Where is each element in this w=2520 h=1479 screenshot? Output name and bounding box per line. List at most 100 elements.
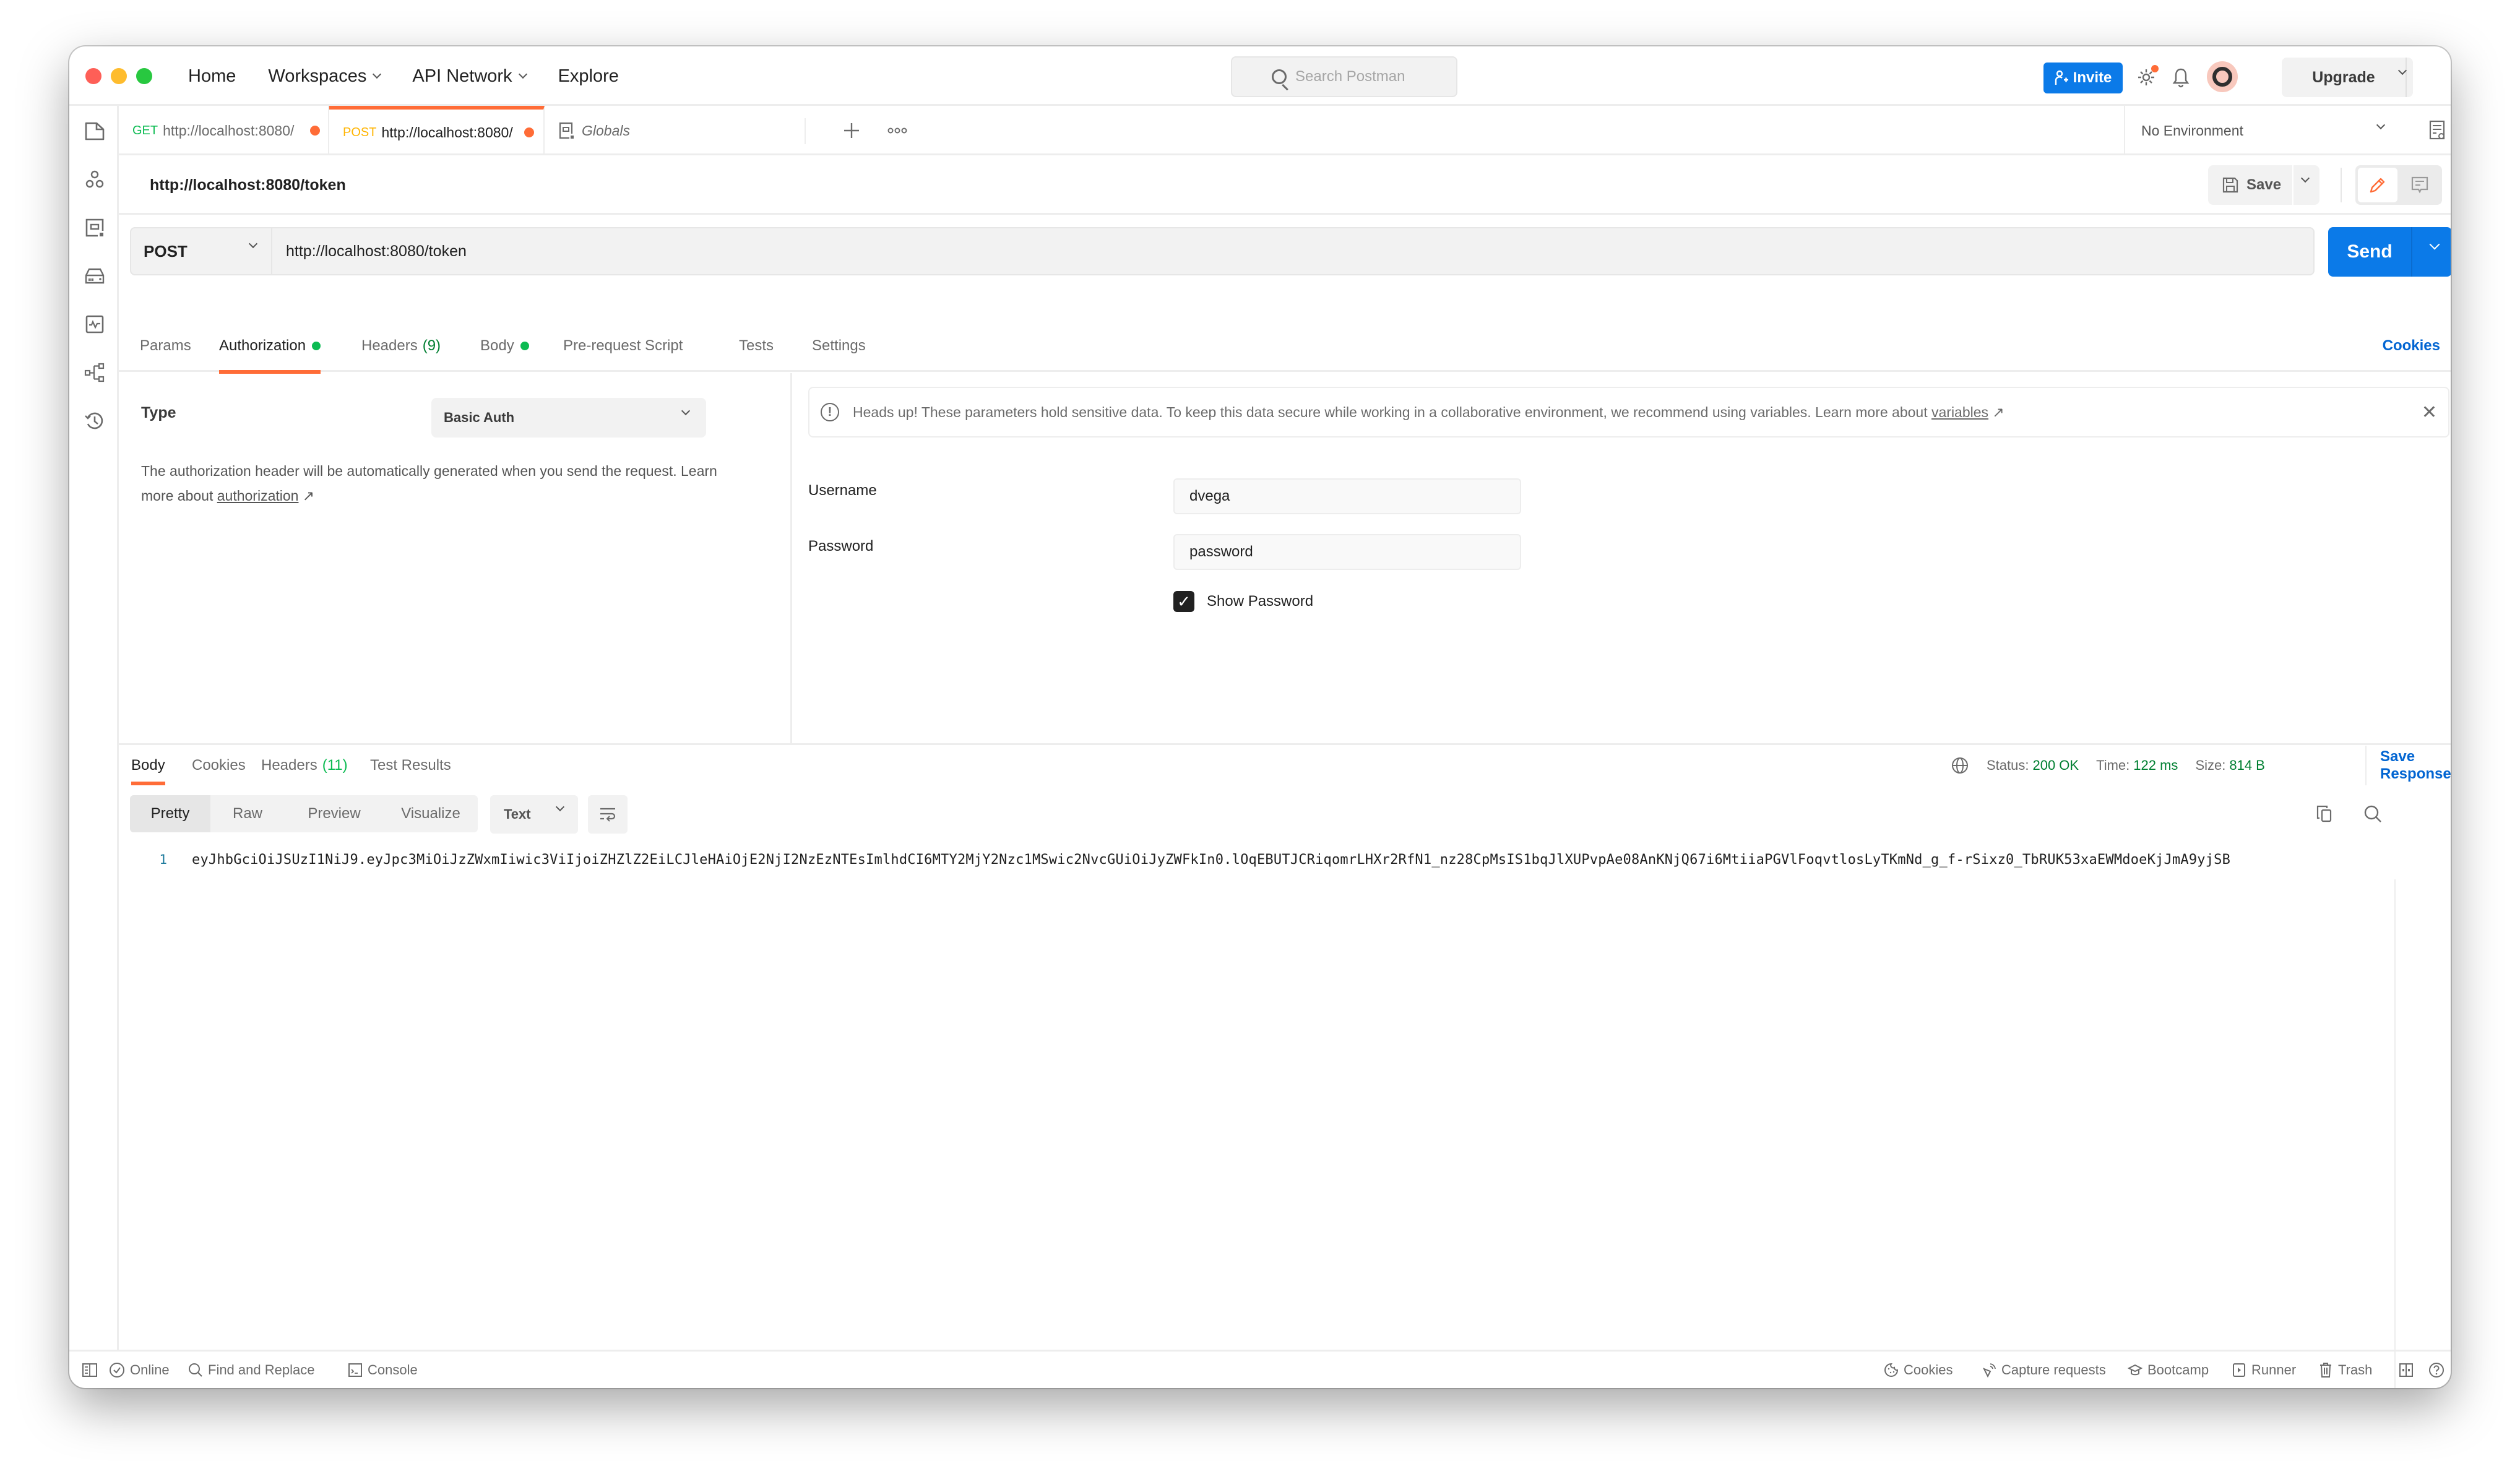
show-password-checkbox[interactable]: ✓ Show Password (1173, 591, 1313, 612)
view-mode-visualize[interactable]: Visualize (384, 795, 478, 832)
bootcamp-button[interactable]: Bootcamp (2128, 1352, 2209, 1388)
save-button[interactable]: Save (2208, 165, 2319, 205)
search-response-button[interactable] (2362, 803, 2384, 825)
tab-tests[interactable]: Tests (739, 320, 774, 372)
size-label: Size: (2195, 757, 2226, 773)
cookies-label: Cookies (1904, 1361, 1953, 1378)
external-link-icon: ↗ (1992, 403, 2004, 420)
tab-post-localhost[interactable]: POST http://localhost:8080/ (329, 106, 545, 155)
add-user-icon (2055, 70, 2068, 85)
apis-icon[interactable] (84, 169, 105, 190)
view-mode-raw[interactable]: Raw (210, 795, 285, 832)
toggle-sidebar-button[interactable] (82, 1352, 98, 1388)
response-tab-headers[interactable]: Headers (11) (261, 746, 348, 785)
password-input[interactable]: password (1173, 534, 1521, 570)
tab-authorization[interactable]: Authorization (219, 320, 321, 374)
close-window-button[interactable] (85, 68, 101, 84)
tab-params[interactable]: Params (140, 320, 191, 372)
close-icon[interactable]: ✕ (2422, 402, 2437, 423)
tab-label: Test Results (370, 757, 451, 774)
flows-icon[interactable] (84, 362, 105, 383)
nav-api-network[interactable]: API Network (412, 66, 527, 87)
mock-servers-icon[interactable] (84, 265, 105, 287)
view-mode-pretty[interactable]: Pretty (130, 795, 210, 832)
time[interactable]: Time: 122 ms (2096, 757, 2178, 774)
request-name[interactable]: http://localhost:8080/token (150, 155, 346, 215)
more-tabs-button[interactable] (885, 119, 910, 142)
response-body[interactable]: 1 eyJhbGciOiJSUzI1NiJ9.eyJpc3MiOiJzZWxmI… (130, 848, 2401, 871)
settings-button[interactable] (2134, 65, 2159, 90)
wrap-lines-button[interactable] (588, 795, 628, 834)
find-and-replace-button[interactable]: Find and Replace (188, 1352, 314, 1388)
runner-button[interactable]: Runner (2232, 1352, 2296, 1388)
chevron-down-icon[interactable] (2429, 239, 2440, 250)
variables-link[interactable]: variables (1931, 404, 1988, 420)
tab-pre-request-script[interactable]: Pre-request Script (563, 320, 683, 372)
trash-button[interactable]: Trash (2318, 1352, 2372, 1388)
auth-type-select[interactable]: Basic Auth (431, 398, 706, 438)
tab-headers[interactable]: Headers (9) (361, 320, 441, 372)
comments-button[interactable] (2400, 168, 2440, 202)
environment-selector[interactable]: No Environment (2124, 106, 2415, 155)
headers-count: (11) (322, 757, 348, 774)
notifications-button[interactable] (2168, 65, 2193, 90)
trash-icon (2320, 1362, 2331, 1378)
url-input[interactable]: http://localhost:8080/token (286, 228, 467, 274)
monitors-icon[interactable] (84, 314, 105, 335)
send-button[interactable]: Send (2328, 227, 2451, 277)
tab-globals[interactable]: Globals (545, 106, 759, 155)
nav-workspaces[interactable]: Workspaces (268, 66, 382, 87)
upgrade-button[interactable]: Upgrade (2282, 58, 2413, 97)
environments-icon[interactable] (84, 217, 105, 238)
tab-label: Globals (582, 122, 630, 139)
divider (2411, 227, 2412, 277)
invite-label: Invite (2073, 69, 2112, 86)
size[interactable]: Size: 814 B (2195, 757, 2264, 774)
response-tab-cookies[interactable]: Cookies (192, 746, 246, 785)
status[interactable]: Status: 200 OK (1987, 757, 2079, 774)
trash-label: Trash (2338, 1361, 2373, 1378)
layout-toggle-button[interactable] (2399, 1352, 2414, 1388)
search-postman-input[interactable]: Search Postman (1231, 56, 1457, 97)
response-tab-test-results[interactable]: Test Results (370, 746, 451, 785)
globe-icon[interactable] (1951, 756, 1969, 775)
collections-icon[interactable] (84, 121, 105, 142)
view-mode-preview[interactable]: Preview (285, 795, 384, 832)
environment-quick-look-button[interactable] (2425, 118, 2449, 143)
nav-explore[interactable]: Explore (558, 66, 619, 87)
chevron-down-icon[interactable] (2300, 173, 2310, 183)
checkbox-checked-icon[interactable]: ✓ (1173, 591, 1194, 612)
cookies-link[interactable]: Cookies (2383, 320, 2440, 372)
request-header: http://localhost:8080/token Save (119, 155, 2451, 215)
history-icon[interactable] (84, 410, 105, 431)
tab-method: POST (343, 125, 377, 139)
help-button[interactable] (2428, 1352, 2444, 1388)
two-pane-icon (82, 1363, 97, 1377)
zoom-window-button[interactable] (136, 68, 152, 84)
response-format-select[interactable]: Text (490, 795, 578, 834)
user-avatar[interactable] (2207, 61, 2238, 92)
save-response-button[interactable]: Save Response (2365, 746, 2451, 785)
cookies-button[interactable]: Cookies (1884, 1352, 1953, 1388)
tab-settings[interactable]: Settings (812, 320, 866, 372)
method-select[interactable]: POST (131, 228, 272, 274)
response-scrollbar[interactable] (2394, 879, 2408, 1388)
wrap-lines-icon (600, 808, 616, 822)
response-tab-body[interactable]: Body (131, 746, 165, 785)
new-tab-button[interactable] (840, 119, 863, 142)
status-value: 200 OK (2032, 757, 2079, 773)
username-input[interactable]: dvega (1173, 478, 1521, 514)
online-status[interactable]: Online (109, 1352, 170, 1388)
minimize-window-button[interactable] (111, 68, 127, 84)
external-link-icon: ↗ (302, 488, 315, 504)
copy-response-button[interactable] (2313, 803, 2336, 825)
nav-home[interactable]: Home (188, 66, 236, 87)
console-button[interactable]: Console (348, 1352, 418, 1388)
invite-button[interactable]: Invite (2043, 63, 2123, 93)
capture-requests-button[interactable]: Capture requests (1982, 1352, 2106, 1388)
tab-body[interactable]: Body (480, 320, 529, 372)
authorization-link[interactable]: authorization (217, 488, 299, 504)
time-label: Time: (2096, 757, 2130, 773)
edit-mode-button[interactable] (2358, 168, 2397, 202)
tab-get-localhost[interactable]: GET http://localhost:8080/ (119, 106, 329, 155)
